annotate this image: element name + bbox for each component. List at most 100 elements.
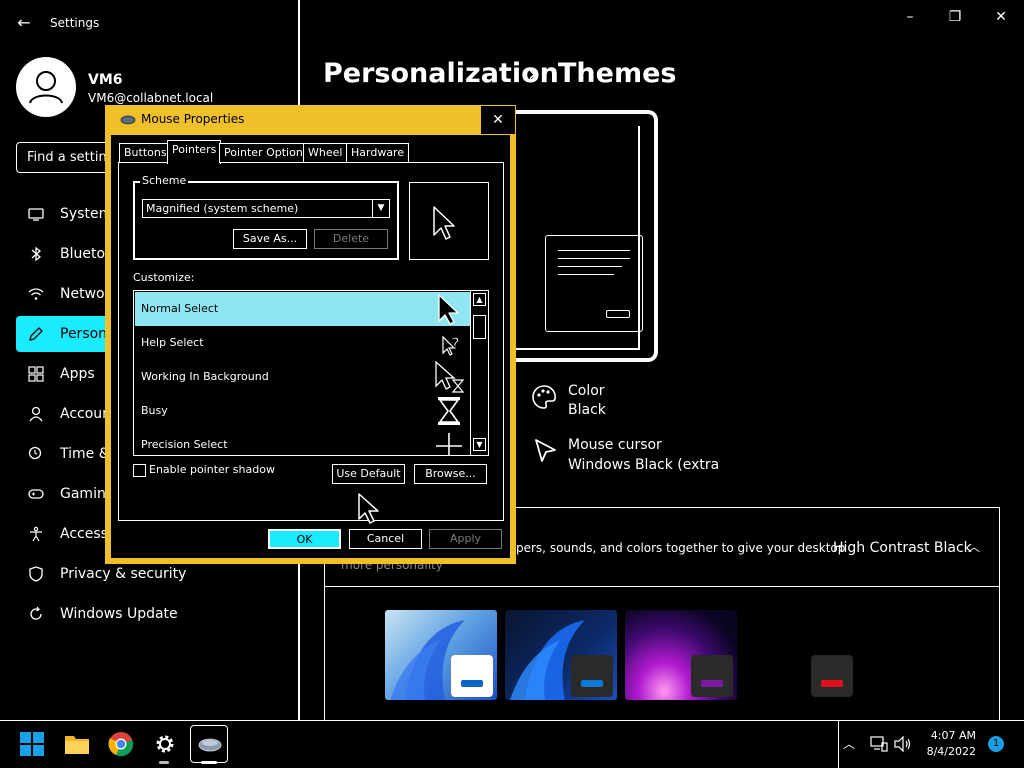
chrome-icon[interactable]	[108, 731, 134, 757]
close-button[interactable]: ✕	[986, 7, 1016, 27]
running-indicator	[159, 761, 169, 764]
theme-preview-window	[545, 235, 643, 332]
scheme-label: Scheme	[140, 174, 189, 187]
chevron-up-icon[interactable]: ︿	[968, 538, 980, 555]
color-value: Black	[568, 402, 606, 418]
theme-swatch	[571, 655, 613, 697]
theme-accent-bar	[461, 680, 483, 687]
use-default-button[interactable]: Use Default	[332, 464, 405, 484]
tab-hardware[interactable]: Hardware	[346, 143, 410, 163]
network-icon[interactable]	[870, 736, 888, 752]
list-item[interactable]: Working In Background	[135, 360, 471, 394]
apply-button[interactable]: Apply	[429, 529, 502, 549]
shield-icon	[29, 566, 43, 582]
arrow-cursor-icon	[438, 294, 459, 325]
sidebar-item-label: Apps	[60, 366, 95, 382]
help-cursor-icon: ?	[442, 334, 460, 356]
pen-icon	[29, 327, 43, 341]
tab-buttons[interactable]: Buttons	[119, 143, 172, 163]
title-bar: ← Settings – ❐ ✕	[0, 0, 1024, 48]
mouse-icon	[198, 738, 222, 752]
mouse-cursor-title[interactable]: Mouse cursor	[568, 437, 662, 453]
scrollbar-thumb[interactable]	[473, 315, 486, 339]
scheme-select[interactable]: Magnified (system scheme) ▼	[142, 199, 390, 218]
person-icon	[29, 406, 43, 422]
sidebar-item-label: Windows Update	[60, 606, 178, 622]
breadcrumb-parent[interactable]: Personalization	[323, 58, 559, 89]
settings-gear-icon[interactable]	[154, 733, 176, 755]
windows-start-icon[interactable]	[20, 732, 44, 756]
working-cursor-icon	[435, 361, 465, 393]
volume-icon[interactable]	[894, 736, 912, 752]
crosshair-cursor-icon	[436, 433, 462, 455]
mouse-cursor-value: Windows Black (extra	[568, 457, 720, 473]
tab-pointer-options[interactable]: Pointer Options	[219, 143, 314, 163]
cursor-icon	[535, 439, 556, 462]
theme-thumb-glow[interactable]	[625, 610, 737, 700]
wifi-icon	[28, 288, 44, 300]
list-item[interactable]: Busy	[135, 394, 471, 428]
cursor-list[interactable]: Normal Select Help Select ? Working In B…	[133, 290, 489, 456]
user-name: VM6	[88, 72, 123, 88]
cursor-preview	[409, 182, 489, 260]
save-as-button[interactable]: Save As...	[233, 229, 307, 249]
avatar[interactable]	[16, 57, 76, 117]
bluetooth-icon	[31, 246, 42, 262]
current-theme-description: pers, sounds, and colors together to giv…	[516, 541, 846, 555]
arrow-cursor-icon	[433, 206, 455, 240]
tab-wheel[interactable]: Wheel	[303, 143, 348, 163]
clock-date[interactable]: 8/4/2022	[920, 745, 976, 758]
palette-icon	[532, 385, 557, 409]
chevron-up-icon[interactable]: ︿	[843, 735, 855, 752]
preview-line	[558, 258, 630, 259]
list-item[interactable]: Precision Select	[135, 428, 471, 455]
minimize-button[interactable]: –	[895, 7, 925, 27]
cursor-name: Busy	[141, 404, 168, 417]
chevron-right-icon: ›	[528, 62, 537, 87]
active-indicator	[201, 761, 217, 764]
apps-icon	[28, 366, 44, 382]
sidebar-item-label: Privacy & security	[60, 566, 187, 582]
mouse-icon	[120, 115, 136, 125]
pointer-shadow-label: Enable pointer shadow	[149, 463, 275, 476]
file-explorer-icon[interactable]	[64, 732, 90, 756]
chevron-down-icon: ▼	[372, 200, 389, 217]
scheme-select-value: Magnified (system scheme)	[146, 202, 299, 215]
preview-line	[558, 274, 614, 275]
app-title: Settings	[50, 16, 100, 30]
svg-text:?: ?	[451, 334, 460, 353]
taskbar-mouse-properties[interactable]	[190, 725, 228, 763]
chevron-down-icon[interactable]: ▼	[473, 438, 486, 451]
current-theme-value: High Contrast Black	[833, 540, 972, 556]
ok-button[interactable]: OK	[268, 529, 341, 549]
cursor-list-scrollbar[interactable]: ▲ ▼	[470, 291, 488, 455]
cancel-button[interactable]: Cancel	[349, 529, 422, 549]
dialog-close-button[interactable]: ✕	[481, 106, 515, 134]
sidebar-item-windows-update[interactable]: Windows Update	[16, 596, 286, 632]
monitor-icon	[28, 208, 44, 221]
chevron-up-icon[interactable]: ▲	[473, 293, 486, 306]
theme-thumb-windows-light[interactable]	[385, 610, 497, 700]
hourglass-cursor-icon	[438, 397, 460, 425]
restore-button[interactable]: ❐	[940, 7, 970, 27]
delete-button[interactable]: Delete	[314, 229, 388, 249]
theme-accent-bar	[821, 680, 843, 687]
color-title[interactable]: Color	[568, 383, 605, 399]
notification-badge[interactable]: 1	[988, 736, 1004, 752]
theme-thumb-windows-dark[interactable]	[505, 610, 617, 700]
theme-thumb-high-contrast[interactable]	[745, 610, 857, 700]
cursor-name: Normal Select	[141, 302, 219, 315]
person-icon	[29, 71, 63, 104]
tray-divider	[838, 721, 839, 768]
pointer-shadow-checkbox[interactable]	[133, 464, 146, 477]
cursor-name: Help Select	[141, 336, 204, 349]
user-email: VM6@collabnet.local	[88, 91, 214, 105]
list-item[interactable]: Help Select ?	[135, 326, 471, 360]
theme-swatch	[811, 655, 853, 697]
preview-button	[606, 310, 630, 318]
theme-accent-bar	[581, 680, 603, 687]
back-arrow-icon[interactable]: ←	[14, 13, 34, 33]
list-item[interactable]: Normal Select	[135, 292, 471, 326]
browse-button[interactable]: Browse...	[414, 464, 487, 484]
clock-time[interactable]: 4:07 AM	[930, 729, 976, 742]
